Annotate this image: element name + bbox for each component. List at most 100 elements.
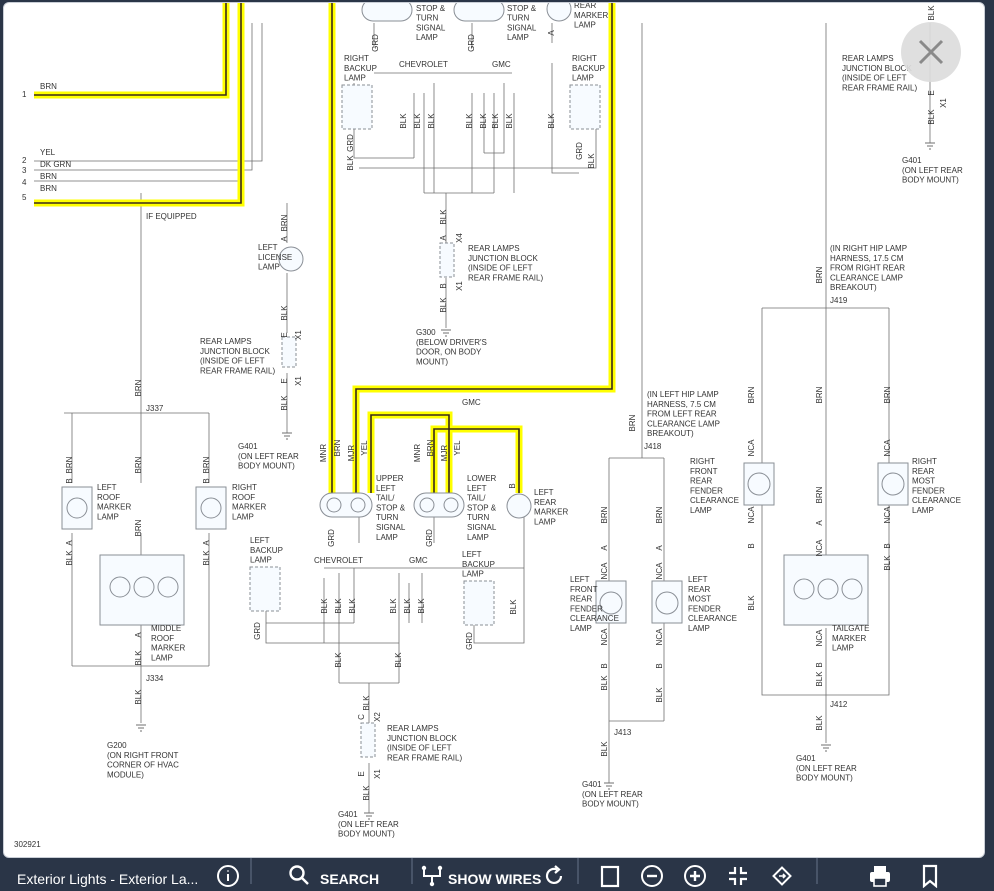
show-wires-button[interactable]: SHOW WIRES: [420, 864, 570, 890]
wire-color-labels: BRNABLKE X1E X1BLKBRNBRN BRN BRNB BA ABLK BLKBR…: [65, 5, 948, 801]
wire-label-x1: X1: [373, 769, 382, 779]
wire-label-blk: BLK: [202, 550, 211, 566]
wire-label-grd: GRD: [253, 622, 262, 640]
wire-label-b: B: [815, 662, 824, 667]
highlighted-wires: [34, 3, 616, 493]
close-button[interactable]: [901, 22, 961, 82]
wire-label-grd: GRD: [371, 34, 380, 52]
left-rear-clearance-lamp-icon: [655, 591, 679, 615]
wire-label-grd: GRD: [465, 632, 474, 650]
wire-label-grd: GRD: [575, 142, 584, 160]
top-rear-marker-lamp-icon: [546, 3, 572, 22]
tailgate-lamp-icon-2: [817, 578, 839, 600]
toolbar-divider: [411, 858, 413, 884]
wire-label-mjr: MJR: [347, 445, 356, 462]
right-rear-clearance-lamp-icon: [881, 472, 905, 496]
g401-bottom-label: G401 (ON LEFT REAR BODY MOUNT): [338, 810, 399, 839]
wire-label-a: A: [202, 540, 211, 546]
g200-label: G200 (ON RIGHT FRONT CORNER OF HVAC MODULE): [107, 741, 179, 779]
upper-left-tail-label: UPPER LEFT TAIL/STOP & TURN SIGNAL LAMP: [376, 474, 406, 542]
pin-5-num: 5: [22, 193, 27, 202]
wire-label-blk: BLK: [362, 695, 371, 711]
chevrolet-bottom: CHEVROLET: [314, 556, 363, 565]
wire-label-a: A: [439, 235, 448, 241]
fit-page-button[interactable]: [598, 864, 622, 890]
top-tail-stop-l-label: TAIL/STOP &TURNSIGNALLAMP: [416, 3, 446, 42]
info-icon: [217, 865, 239, 887]
wire-label-yel: YEL: [453, 440, 462, 456]
wire-label-brn: BRN: [202, 456, 211, 473]
wire-label-yel: YEL: [360, 440, 369, 456]
info-button[interactable]: [216, 864, 240, 890]
wire-label-mnr: MNR: [413, 444, 422, 462]
pin-1-wire: BRN: [40, 82, 57, 91]
wire-label-nca: NCA: [655, 562, 664, 580]
right-backup-r-label: RIGHT BACKUP LAMP: [572, 54, 605, 83]
diagram-id: 302921: [14, 840, 41, 849]
wire-label-c: C: [357, 714, 366, 720]
search-button-label: SEARCH: [320, 871, 380, 887]
wiring-diagram-canvas[interactable]: BRN 1 YEL 2 DK GRN 3 BRN 4 BRN 5 IF EQUI…: [3, 2, 985, 858]
gmc-top: GMC: [492, 60, 511, 69]
right-front-clear-label: RIGHT FRONT REAR FENDER CLEARANCE LAMP: [690, 457, 739, 515]
wire-label-brn: BRN: [815, 266, 824, 283]
wire-label-blk: BLK: [815, 715, 824, 731]
right-roof-lamp-icon: [200, 497, 222, 519]
wire-label-blk: BLK: [505, 113, 514, 129]
right-backup-lamp-box-left: [341, 84, 373, 130]
wire-label-grd: GRD: [346, 134, 355, 152]
wire-label-a: A: [547, 30, 556, 36]
wire-label-a: A: [280, 236, 289, 242]
wire-label-x1: X1: [455, 281, 464, 291]
print-button[interactable]: [868, 864, 892, 890]
bookmark-button[interactable]: [918, 864, 942, 890]
fullscreen-button[interactable]: [726, 864, 750, 890]
wire-label-blk: BLK: [334, 652, 343, 668]
print-icon: [870, 866, 890, 887]
right-rear-clear-label: RIGHT REAR MOST FENDER CLEARANCE LAMP: [912, 457, 961, 515]
search-icon: [289, 865, 309, 885]
g401-j413-label: G401 (ON LEFT REAR BODY MOUNT): [582, 780, 643, 809]
chevrolet-top: CHEVROLET: [399, 60, 448, 69]
wiring-diagram[interactable]: BRN 1 YEL 2 DK GRN 3 BRN 4 BRN 5 IF EQUI…: [4, 3, 984, 857]
j334-label: J334: [146, 674, 164, 683]
wire-label-nca: NCA: [883, 506, 892, 524]
wire-label-blk: BLK: [491, 113, 500, 129]
wire-label-blk: BLK: [394, 652, 403, 668]
zoom-in-button[interactable]: [683, 864, 707, 890]
wire-label-blk: BLK: [815, 671, 824, 687]
wire-label-blk: BLK: [346, 155, 355, 171]
upper-left-tail-lamp-icon-2: [350, 497, 366, 513]
wire-label-e: E: [280, 332, 289, 337]
wire-label-blk: BLK: [600, 741, 609, 757]
wires-icon: [421, 865, 443, 887]
right-backup-lamp-box-right: [569, 84, 601, 130]
search-button[interactable]: SEARCH: [288, 864, 383, 890]
rotate-button[interactable]: [770, 864, 794, 890]
zoom-out-button[interactable]: [640, 864, 664, 890]
show-wires-label: SHOW WIRES: [448, 871, 542, 887]
top-tail-stop-r-label: TAIL/STOP &TURNSIGNALLAMP: [507, 3, 537, 42]
wire-label-brn: BRN: [600, 506, 609, 523]
top-tail-lamp-box-left: [361, 3, 413, 22]
left-roof-label: LEFT ROOF MARKER LAMP: [97, 483, 131, 521]
toolbar-divider: [250, 858, 252, 884]
left-rear-clear-label: LEFT REAR MOST FENDER CLEARANCE LAMP: [688, 575, 737, 633]
rl-jb-x2-label: REAR LAMPS JUNCTION BLOCK (INSIDE OF LEFT R…: [387, 724, 462, 762]
j418-label: J418: [644, 442, 662, 451]
wire-label-brn: BRN: [134, 456, 143, 473]
wire-label-blk: BLK: [65, 550, 74, 566]
g300-label: G300 (BELOW DRIVER'S DOOR, ON BODY MOUNT): [416, 328, 487, 366]
wire-label-blk: BLK: [362, 785, 371, 801]
wire-label-brn: BRN: [65, 456, 74, 473]
wire-label-blk: BLK: [655, 687, 664, 703]
right-roof-label: RIGHT ROOF MARKER LAMP: [232, 483, 266, 521]
wire-label-x1: X1: [294, 376, 303, 386]
wire-label-brn: BRN: [883, 386, 892, 403]
wire-label-blk: BLK: [439, 209, 448, 225]
left-roof-lamp-icon: [66, 497, 88, 519]
wire-label-a: A: [600, 545, 609, 551]
wire-label-grd: GRD: [467, 34, 476, 52]
wire-label-nca: NCA: [747, 506, 756, 524]
wire-label-brn: BRN: [333, 439, 342, 456]
